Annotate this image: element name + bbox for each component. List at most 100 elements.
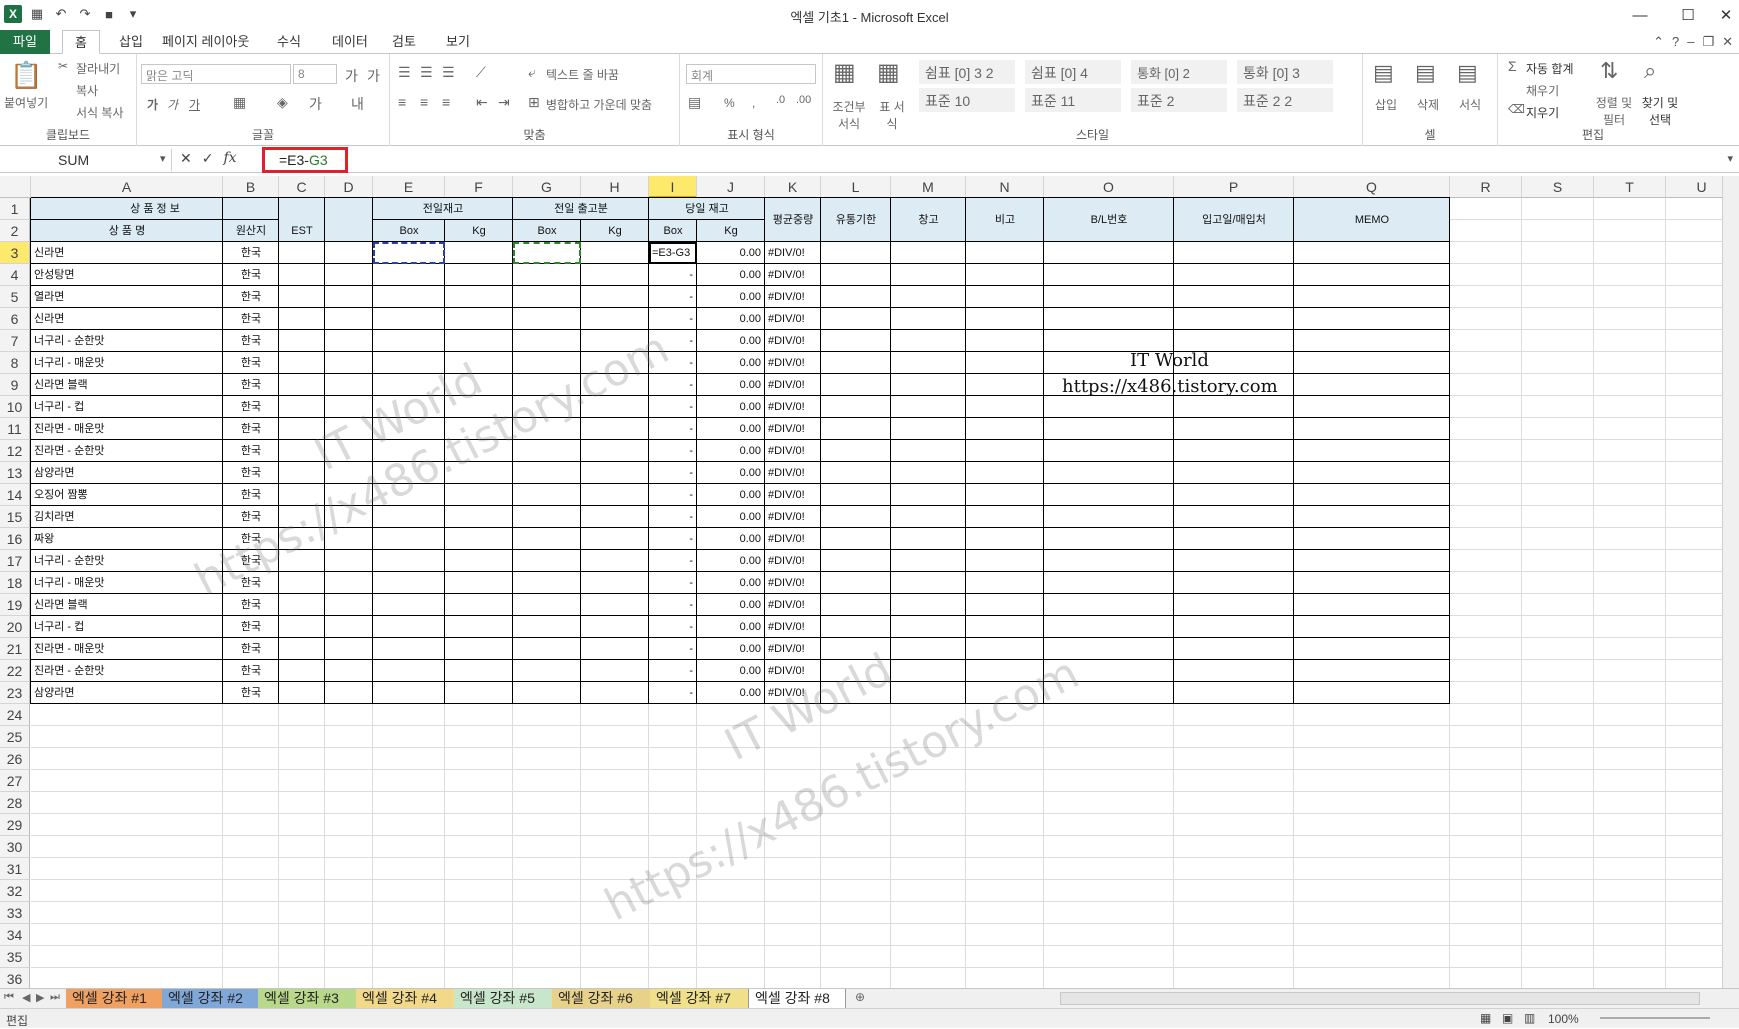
product-name-cell[interactable]: 삼양라면	[31, 462, 223, 484]
avg-weight-cell[interactable]: #DIV/0!	[765, 264, 821, 286]
sheet-nav-next-icon[interactable]: ▶	[36, 991, 44, 1004]
accounting-format-icon[interactable]: ▤	[688, 94, 701, 111]
sheet-tab[interactable]: 엑셀 강좌 #8	[748, 989, 846, 1008]
column-header-a[interactable]: A	[31, 176, 223, 198]
today-kg-cell[interactable]: 0.00	[697, 440, 765, 462]
increase-decimal-icon[interactable]: .0	[776, 94, 785, 106]
row-header[interactable]: 28	[0, 792, 30, 814]
row-header[interactable]: 23	[0, 682, 30, 704]
header-box[interactable]: Box	[649, 220, 697, 242]
style-cell[interactable]: 쉼표 [0] 3 2	[919, 60, 1015, 84]
column-header-b[interactable]: B	[223, 176, 279, 198]
row-header[interactable]: 14	[0, 484, 30, 506]
avg-weight-cell[interactable]: #DIV/0!	[765, 616, 821, 638]
origin-cell[interactable]: 한국	[223, 308, 279, 330]
font-size-select[interactable]: 8	[293, 64, 337, 84]
avg-weight-cell[interactable]: #DIV/0!	[765, 330, 821, 352]
avg-weight-cell[interactable]: #DIV/0!	[765, 550, 821, 572]
font-shrink-icon[interactable]: 가	[367, 66, 380, 86]
row-header[interactable]: 36	[0, 968, 30, 988]
row-header[interactable]: 21	[0, 638, 30, 660]
today-kg-cell[interactable]: 0.00	[697, 374, 765, 396]
row-header[interactable]: 31	[0, 858, 30, 880]
avg-weight-cell[interactable]: #DIV/0!	[765, 528, 821, 550]
today-kg-cell[interactable]: 0.00	[697, 616, 765, 638]
tab-insert[interactable]: 삽입	[107, 30, 155, 54]
origin-cell[interactable]: 한국	[223, 638, 279, 660]
today-box-cell[interactable]: -	[649, 286, 697, 308]
avg-weight-cell[interactable]: #DIV/0!	[765, 484, 821, 506]
origin-cell[interactable]: 한국	[223, 242, 279, 264]
merge-center-button[interactable]: 병합하고 가운데 맞춤	[546, 96, 652, 113]
row-header[interactable]: 30	[0, 836, 30, 858]
column-header-p[interactable]: P	[1174, 176, 1294, 198]
product-name-cell[interactable]: 신라면	[31, 242, 223, 264]
avg-weight-cell[interactable]: #DIV/0!	[765, 242, 821, 264]
today-box-cell[interactable]: -	[649, 418, 697, 440]
header-box[interactable]: Box	[513, 220, 581, 242]
paste-button[interactable]: 붙여넣기	[4, 94, 48, 111]
origin-cell[interactable]: 한국	[223, 286, 279, 308]
row-header[interactable]: 15	[0, 506, 30, 528]
product-name-cell[interactable]: 신라면	[31, 308, 223, 330]
align-bottom-icon[interactable]: ☰	[442, 64, 455, 81]
avg-weight-cell[interactable]: #DIV/0!	[765, 352, 821, 374]
row-header[interactable]: 35	[0, 946, 30, 968]
increase-indent-icon[interactable]: ⇥	[498, 94, 510, 111]
delete-cells-button[interactable]: 삭제	[1417, 96, 1439, 113]
tab-page-layout[interactable]: 페이지 레이아웃	[150, 30, 261, 54]
clear-button[interactable]: 지우기	[1526, 104, 1559, 121]
product-name-cell[interactable]: 삼양라면	[31, 682, 223, 704]
border-icon[interactable]: ▦	[233, 94, 246, 111]
row-header[interactable]: 6	[0, 308, 30, 330]
today-kg-cell[interactable]: 0.00	[697, 242, 765, 264]
row-header[interactable]: 18	[0, 572, 30, 594]
product-name-cell[interactable]: 진라면 - 순한맛	[31, 660, 223, 682]
style-cell[interactable]: 표준 2 2	[1237, 88, 1333, 112]
decrease-indent-icon[interactable]: ⇤	[476, 94, 488, 111]
insert-function-icon[interactable]: fx	[223, 150, 236, 167]
avg-weight-cell[interactable]: #DIV/0!	[765, 286, 821, 308]
origin-cell[interactable]: 한국	[223, 330, 279, 352]
origin-cell[interactable]: 한국	[223, 374, 279, 396]
today-kg-cell[interactable]: 0.00	[697, 528, 765, 550]
cancel-icon[interactable]: ✕	[180, 150, 192, 167]
row-header[interactable]: 29	[0, 814, 30, 836]
minimize-button[interactable]: —	[1620, 2, 1660, 28]
close-button[interactable]: ✕	[1706, 2, 1739, 28]
enter-check-icon[interactable]: ✓	[202, 150, 214, 167]
comma-button[interactable]: ,	[752, 96, 755, 110]
column-header-q[interactable]: Q	[1294, 176, 1450, 198]
row-header[interactable]: 7	[0, 330, 30, 352]
tab-view[interactable]: 보기	[434, 30, 482, 54]
header-product-name[interactable]: 상 품 명	[31, 220, 223, 242]
row-header[interactable]: 24	[0, 704, 30, 726]
header-prev-out[interactable]: 전일 출고분	[513, 198, 649, 220]
today-kg-cell[interactable]: 0.00	[697, 682, 765, 704]
header-bl-number[interactable]: B/L번호	[1044, 198, 1174, 242]
column-header-t[interactable]: T	[1594, 176, 1666, 198]
sheet-nav-first-icon[interactable]: ⏮	[4, 991, 14, 1004]
origin-cell[interactable]: 한국	[223, 418, 279, 440]
column-header-k[interactable]: K	[765, 176, 821, 198]
today-kg-cell[interactable]: 0.00	[697, 396, 765, 418]
today-box-cell[interactable]: -	[649, 616, 697, 638]
style-cell[interactable]: 쉼표 [0] 4	[1025, 60, 1121, 84]
vertical-scrollbar[interactable]	[1722, 176, 1739, 988]
header-product-info[interactable]: 상 품 정 보	[31, 198, 279, 220]
row-header[interactable]: 26	[0, 748, 30, 770]
today-box-cell[interactable]: -	[649, 550, 697, 572]
row-header[interactable]: 3	[0, 242, 30, 264]
sheet-nav-prev-icon[interactable]: ◀	[22, 991, 30, 1004]
product-name-cell[interactable]: 너구리 - 컵	[31, 396, 223, 418]
underline-button[interactable]: 가	[189, 96, 200, 113]
style-cell[interactable]: 통화 [0] 3	[1237, 60, 1333, 84]
avg-weight-cell[interactable]: #DIV/0!	[765, 638, 821, 660]
avg-weight-cell[interactable]: #DIV/0!	[765, 462, 821, 484]
row-header[interactable]: 22	[0, 660, 30, 682]
avg-weight-cell[interactable]: #DIV/0!	[765, 440, 821, 462]
column-header-s[interactable]: S	[1522, 176, 1594, 198]
avg-weight-cell[interactable]: #DIV/0!	[765, 572, 821, 594]
tab-file[interactable]: 파일	[0, 30, 50, 54]
row-header[interactable]: 20	[0, 616, 30, 638]
